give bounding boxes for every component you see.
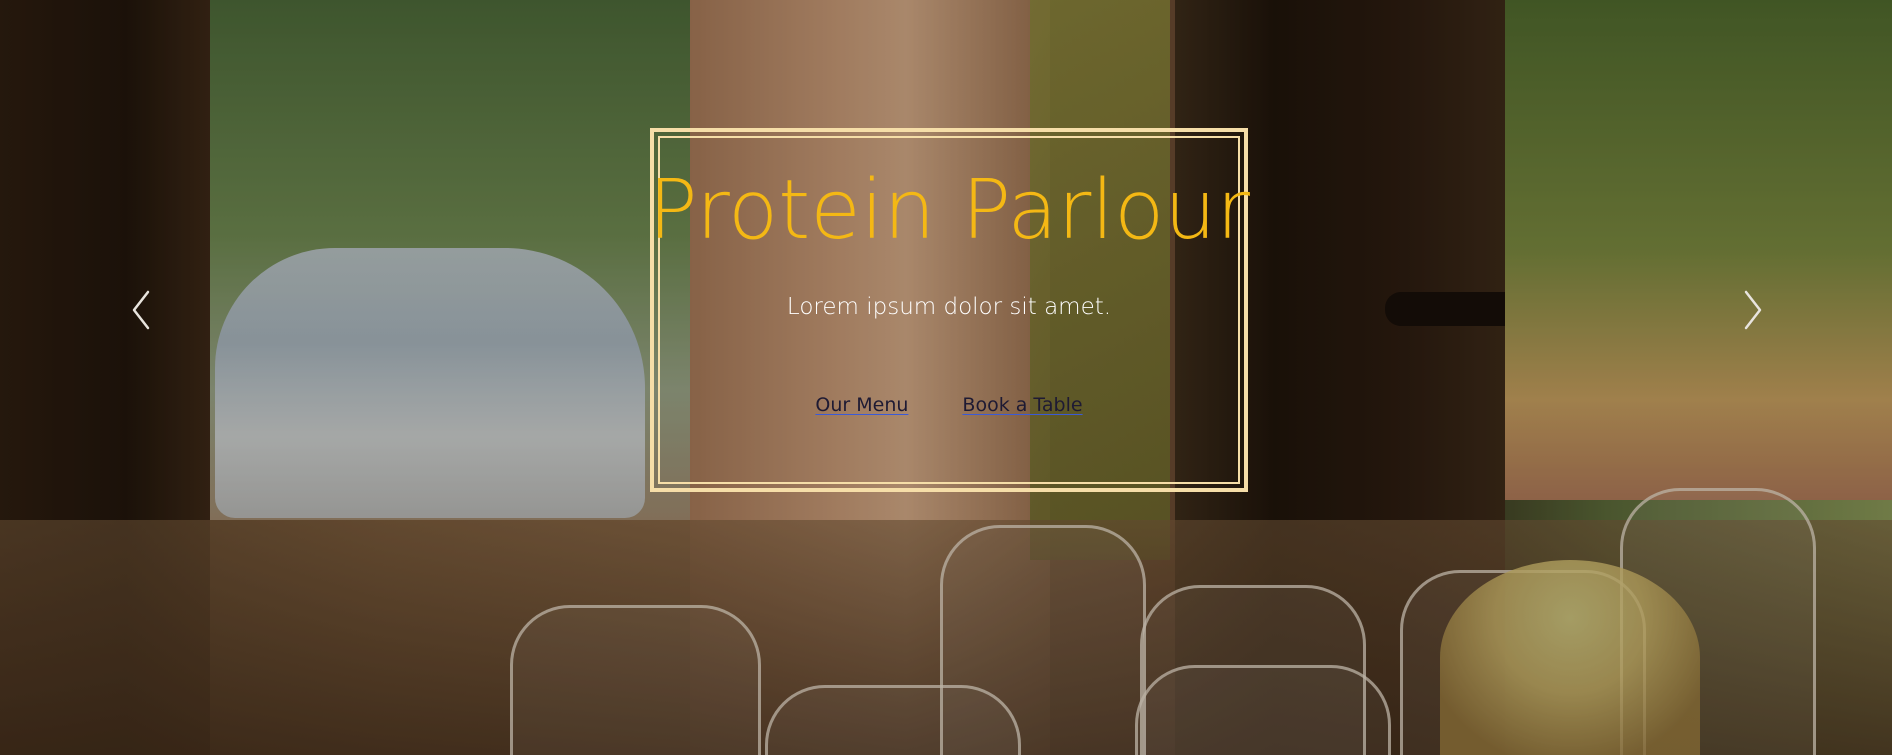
hero-caption-box: Protein Parlour Lorem ipsum dolor sit am… — [648, 128, 1250, 492]
our-menu-link[interactable]: Our Menu — [815, 394, 908, 416]
hero-carousel: Protein Parlour Lorem ipsum dolor sit am… — [0, 0, 1892, 755]
hero-title: Protein Parlour — [648, 163, 1250, 258]
carousel-prev-button[interactable] — [122, 288, 162, 332]
chevron-right-icon — [1744, 290, 1762, 330]
hero-subtitle: Lorem ipsum dolor sit amet. — [786, 294, 1112, 320]
chevron-left-icon — [132, 290, 150, 330]
hero-caption-inner: Protein Parlour Lorem ipsum dolor sit am… — [648, 136, 1250, 484]
book-a-table-link[interactable]: Book a Table — [962, 394, 1082, 416]
carousel-next-button[interactable] — [1732, 288, 1772, 332]
hero-links: Our Menu Book a Table — [815, 394, 1082, 416]
